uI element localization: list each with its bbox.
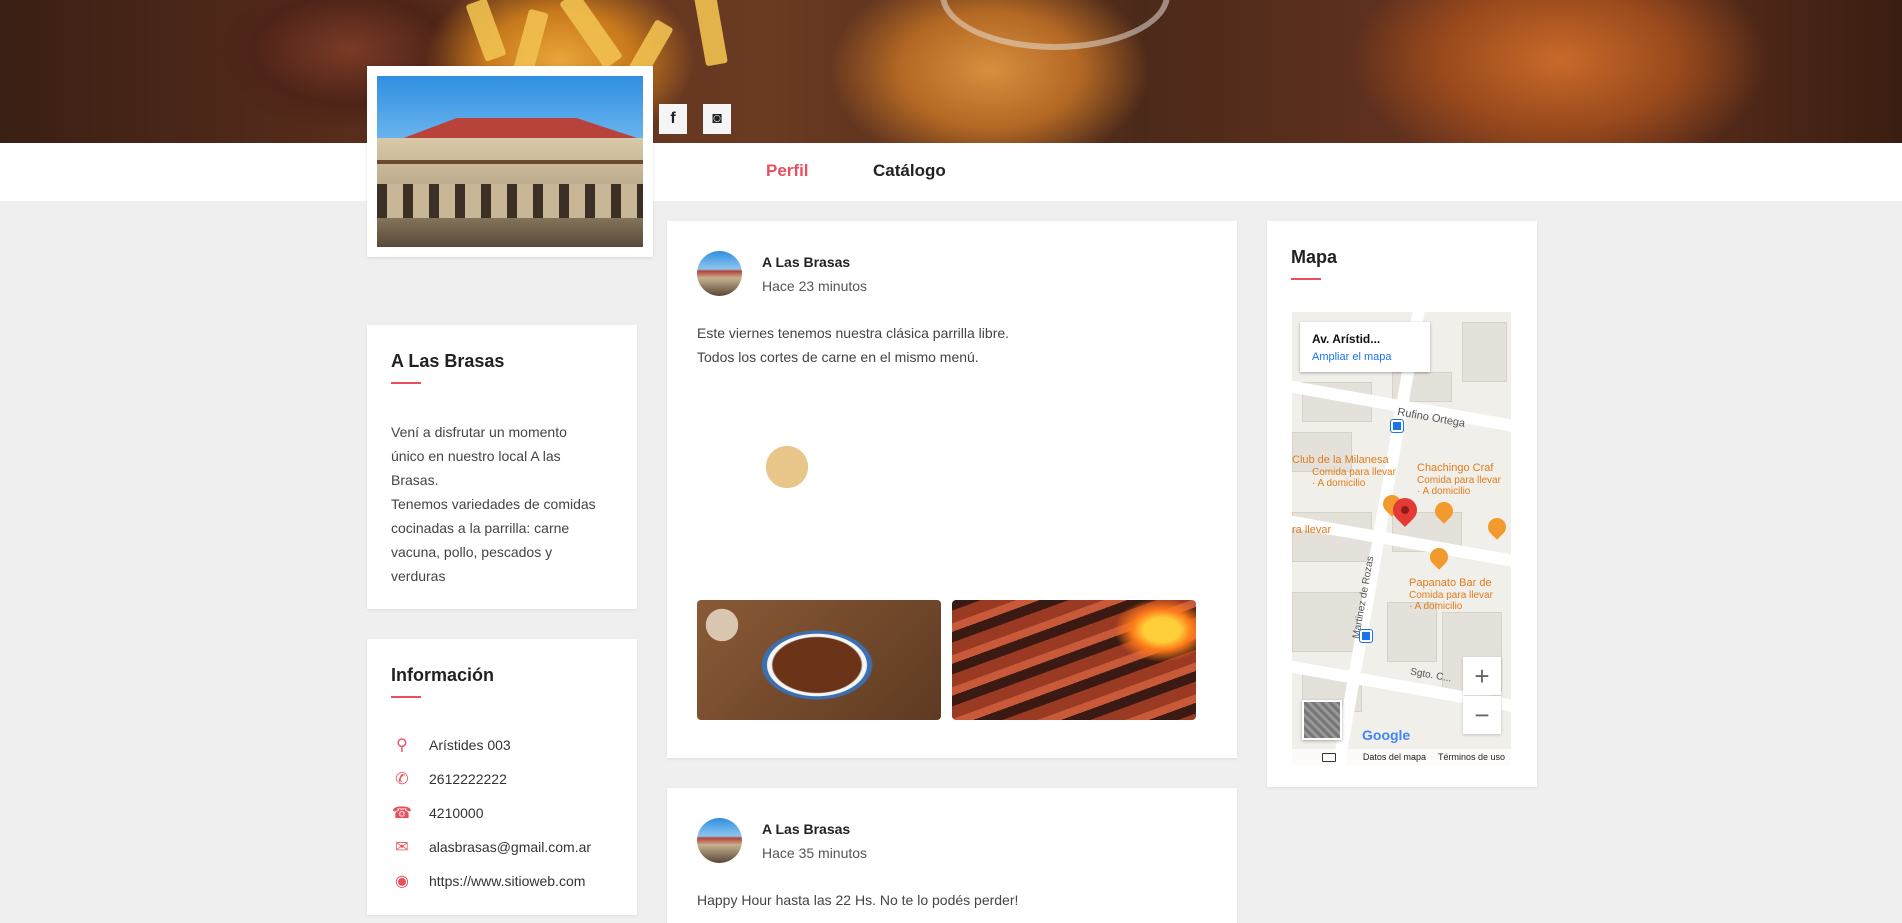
enlarge-map-link[interactable]: Ampliar el mapa xyxy=(1312,351,1418,363)
tab-perfil[interactable]: Perfil xyxy=(766,161,809,181)
map-poi[interactable]: Papanato Bar de xyxy=(1409,578,1492,589)
info-title: Información xyxy=(391,665,495,685)
profile-navbar: Perfil Catálogo xyxy=(0,143,1902,201)
address-text: Arístides 003 xyxy=(429,737,511,753)
info-phone: ☎ 4210000 xyxy=(391,796,613,830)
location-pin-icon: ⚲ xyxy=(396,737,408,754)
post-photo-ribs[interactable] xyxy=(697,600,941,720)
google-logo: Google xyxy=(1362,727,1411,743)
zoom-in-button[interactable]: + xyxy=(1463,657,1501,695)
map-place-popup: Av. Arístid... Ampliar el mapa xyxy=(1300,322,1430,372)
bus-stop-icon[interactable] xyxy=(1391,420,1403,432)
post-author[interactable]: A Las Brasas xyxy=(762,821,867,837)
cover-image xyxy=(0,0,1902,143)
profile-photo xyxy=(367,66,653,257)
info-list: ⚲ Arístides 003 ✆ 2612222222 ☎ 4210000 ✉… xyxy=(391,728,613,898)
post-card: A Las Brasas Hace 23 minutos Este vierne… xyxy=(667,221,1237,758)
avatar[interactable] xyxy=(697,251,742,296)
post-text: Happy Hour hasta las 22 Hs. No te lo pod… xyxy=(697,892,1019,908)
about-description: Vení a disfrutar un momento único en nue… xyxy=(391,424,596,584)
info-website: ◉ https://www.sitioweb.com xyxy=(391,864,613,898)
post-author[interactable]: A Las Brasas xyxy=(762,254,867,270)
post-header: A Las Brasas Hace 35 minutos xyxy=(697,818,867,863)
title-underline xyxy=(1291,278,1321,280)
whatsapp-icon: ✆ xyxy=(395,771,409,788)
post-time: Hace 35 minutos xyxy=(762,844,868,861)
post-photo-grill[interactable] xyxy=(952,600,1196,720)
map-footer: Datos del mapa Términos de uso xyxy=(1292,749,1511,765)
map-poi-sub: Comida para llevar · A domicilio xyxy=(1417,475,1501,497)
info-email: ✉ alasbrasas@gmail.com.ar xyxy=(391,830,613,864)
avatar[interactable] xyxy=(697,818,742,863)
google-map[interactable]: Rufino Ortega Martinez de Rozas Sgto. C.… xyxy=(1292,312,1511,765)
post-photo-main[interactable] xyxy=(697,392,1196,592)
building-image xyxy=(377,76,643,247)
map-poi-sub: Comida para llevar · A domicilio xyxy=(1409,590,1493,612)
fries-shape xyxy=(465,0,507,62)
post-text: Este viernes tenemos nuestra clásica par… xyxy=(697,325,1010,365)
map-card: Mapa Rufino Ortega Martinez de Rozas Sgt… xyxy=(1267,221,1537,787)
instagram-icon[interactable]: ◙ xyxy=(703,104,731,134)
tab-catalogo[interactable]: Catálogo xyxy=(873,161,946,181)
phone-icon: ☎ xyxy=(392,805,412,822)
map-title: Mapa xyxy=(1291,247,1338,267)
website-link[interactable]: https://www.sitioweb.com xyxy=(429,873,585,889)
map-poi: ra llevar xyxy=(1292,524,1332,536)
plate-shape xyxy=(940,0,1170,50)
info-address: ⚲ Arístides 003 xyxy=(391,728,613,762)
keyboard-icon[interactable] xyxy=(1322,752,1336,762)
bus-stop-icon[interactable] xyxy=(1360,630,1372,642)
title-underline xyxy=(391,696,421,698)
fries-shape xyxy=(694,0,728,67)
info-whatsapp: ✆ 2612222222 xyxy=(391,762,613,796)
post-header: A Las Brasas Hace 23 minutos xyxy=(697,251,867,296)
whatsapp-text[interactable]: 2612222222 xyxy=(429,771,507,787)
post-card: A Las Brasas Hace 35 minutos Happy Hour … xyxy=(667,788,1237,923)
map-place-name: Av. Arístid... xyxy=(1312,332,1381,346)
globe-icon: ◉ xyxy=(395,873,409,890)
phone-text[interactable]: 4210000 xyxy=(429,805,484,821)
title-underline xyxy=(391,382,421,384)
map-terms-link[interactable]: Términos de uso xyxy=(1438,752,1505,762)
restaurant-pin-icon[interactable] xyxy=(1484,514,1510,540)
about-card: A Las Brasas Vení a disfrutar un momento… xyxy=(367,325,637,609)
post-time: Hace 23 minutos xyxy=(762,277,868,294)
fries-shape xyxy=(559,0,623,70)
map-poi-sub: Comida para llevar · A domicilio xyxy=(1312,467,1396,489)
map-poi[interactable]: Club de la Milanesa xyxy=(1292,455,1389,466)
zoom-out-button[interactable]: − xyxy=(1463,696,1501,734)
info-card: Información ⚲ Arístides 003 ✆ 2612222222… xyxy=(367,639,637,915)
envelope-icon: ✉ xyxy=(395,839,409,856)
map-data-link[interactable]: Datos del mapa xyxy=(1363,752,1426,762)
email-link[interactable]: alasbrasas@gmail.com.ar xyxy=(429,839,591,855)
satellite-toggle[interactable] xyxy=(1302,700,1342,740)
facebook-icon[interactable]: f xyxy=(659,104,687,134)
map-poi[interactable]: Chachingo Craf xyxy=(1417,463,1493,474)
about-title: A Las Brasas xyxy=(391,351,505,371)
